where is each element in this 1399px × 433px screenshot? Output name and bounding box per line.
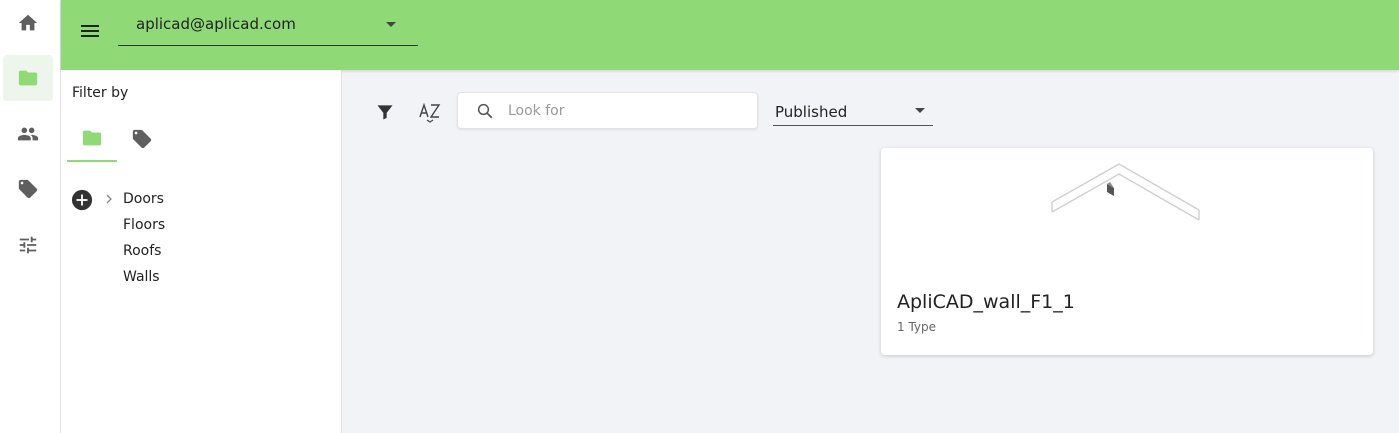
top-app-bar: aplicad@aplicad.com <box>61 0 1399 70</box>
result-card[interactable]: ApliCAD_wall_F1_1 1 Type <box>881 148 1373 355</box>
tree-item-walls[interactable]: Walls <box>123 269 160 285</box>
tab-tags[interactable] <box>117 116 167 162</box>
filter-button[interactable] <box>370 97 400 127</box>
home-icon <box>18 14 38 31</box>
filter-title: Filter by <box>72 85 129 101</box>
rail-folder-button[interactable] <box>3 55 53 101</box>
people-icon <box>17 127 39 141</box>
tree-item-roofs[interactable]: Roofs <box>123 243 161 259</box>
tab-folders[interactable] <box>67 116 117 162</box>
tag-icon <box>132 129 152 149</box>
funnel-icon <box>377 105 393 120</box>
rail-tags-button[interactable] <box>3 166 53 212</box>
left-rail <box>0 0 61 433</box>
account-select-value: aplicad@aplicad.com <box>136 15 296 33</box>
add-folder-icon[interactable] <box>71 189 93 211</box>
chevron-down-icon <box>386 22 396 27</box>
sort-az-icon <box>419 102 441 123</box>
status-select-value: Published <box>775 103 848 121</box>
chevron-right-icon[interactable] <box>104 192 114 206</box>
tree-item-floors[interactable]: Floors <box>123 217 165 233</box>
filter-panel: Filter by Doors Floors Roofs Walls <box>61 70 342 433</box>
menu-button[interactable] <box>76 17 104 45</box>
folder-icon <box>18 70 38 86</box>
tree-item-doors[interactable]: Doors <box>123 191 164 207</box>
rail-users-button[interactable] <box>3 111 53 157</box>
search-icon <box>477 103 493 119</box>
card-subtitle: 1 Type <box>897 320 937 334</box>
rail-home-button[interactable] <box>3 0 53 46</box>
rail-settings-button[interactable] <box>3 222 53 268</box>
account-select[interactable]: aplicad@aplicad.com <box>118 9 418 46</box>
search-box <box>457 92 758 129</box>
wall-thumbnail <box>1051 163 1200 221</box>
search-input[interactable] <box>508 100 748 122</box>
chevron-down-icon <box>915 108 925 113</box>
tag-icon <box>18 179 38 199</box>
folder-icon <box>82 130 102 146</box>
sort-az-button[interactable] <box>415 97 445 127</box>
card-title: ApliCAD_wall_F1_1 <box>897 291 1075 313</box>
status-select[interactable]: Published <box>773 98 933 126</box>
hamburger-menu-icon <box>81 25 99 37</box>
sliders-icon <box>19 236 37 254</box>
